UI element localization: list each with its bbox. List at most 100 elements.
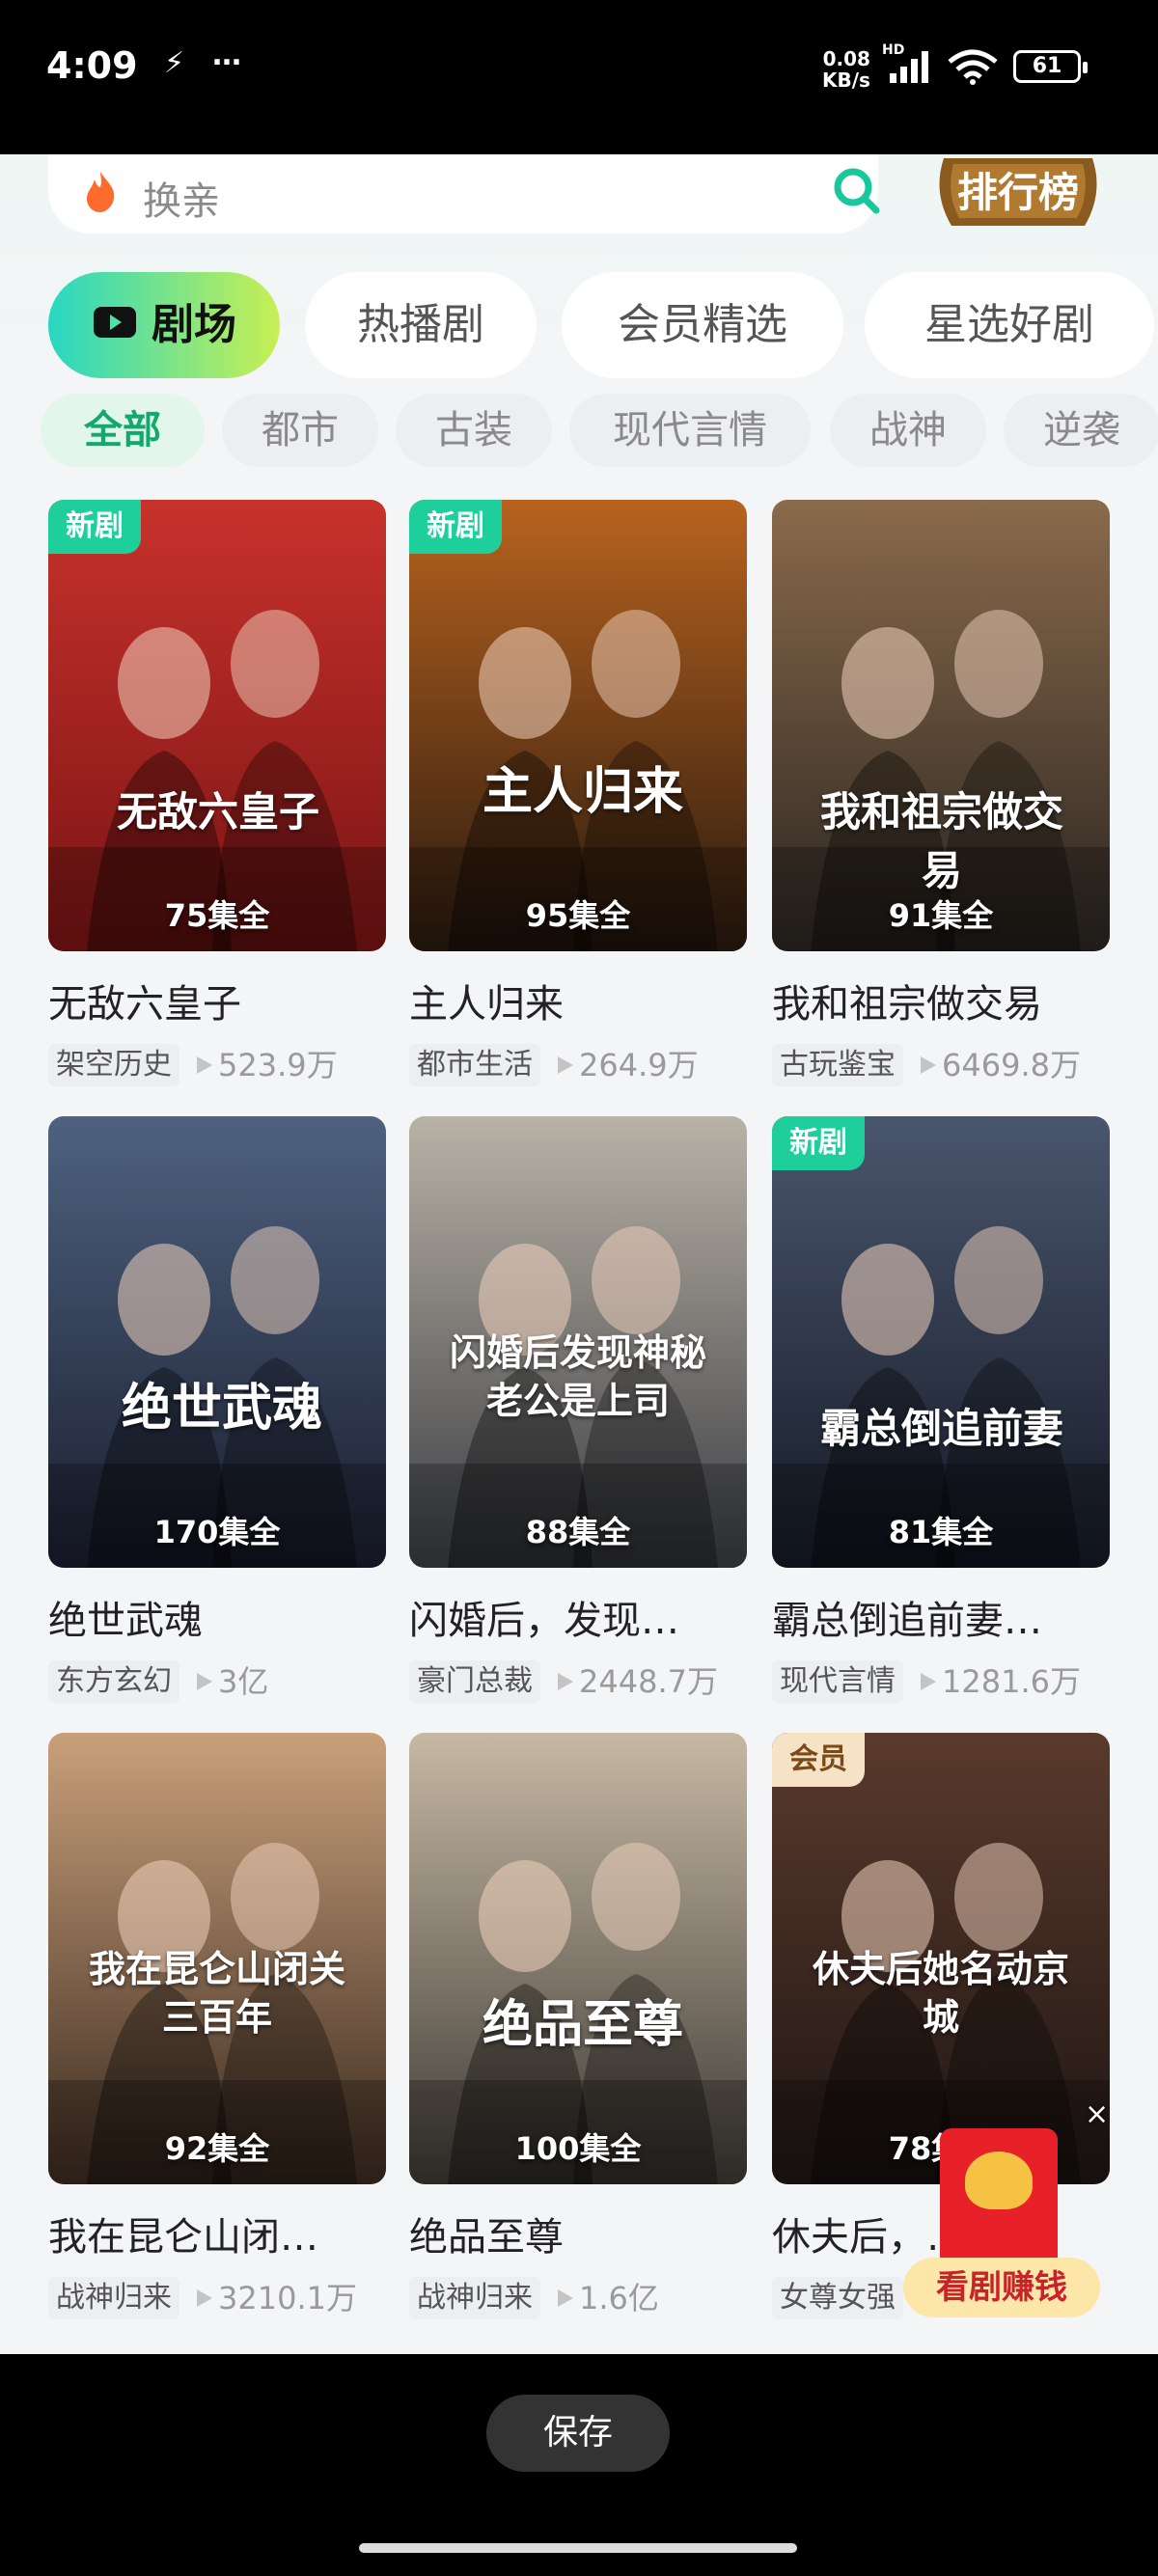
drama-card[interactable]: 我在昆仑山闭关三百年 92集全我在昆仑山闭… 战神归来 3210.1万 [48, 1733, 386, 2331]
chip-war-god[interactable]: 战神 [830, 394, 986, 467]
poster-title-art: 主人归来 [482, 762, 683, 821]
signal-icon [890, 51, 928, 83]
drama-title[interactable]: 霸总倒追前妻… [772, 1589, 1110, 1645]
earn-label[interactable]: 看剧赚钱 [903, 2258, 1100, 2317]
battery-level: 61 [1032, 54, 1062, 78]
chip-comeback[interactable]: 逆袭 [1004, 394, 1158, 467]
poster-title-art: 绝世武魂 [121, 1379, 322, 1438]
drama-poster[interactable]: 休夫后她名动京城会员78集全 [772, 1733, 1110, 2184]
save-button[interactable]: 保存 [486, 2395, 670, 2472]
chip-all-label: 全部 [84, 408, 161, 452]
network-speed-unit: KB/s [822, 69, 870, 92]
ranking-button[interactable]: 排行榜 [924, 154, 1112, 232]
tab-star-picks-label: 星选好剧 [924, 300, 1094, 349]
episode-count: 91集全 [888, 897, 994, 934]
app-content: 换亲 排行榜 剧场 热播剧 会员精选 星选好剧 全部 都市 古装 现代言情 战神… [0, 154, 1158, 2354]
genre-tag: 架空历史 [48, 1044, 179, 1086]
drama-poster[interactable]: 霸总倒追前妻 新剧 81集全 [772, 1116, 1110, 1568]
episode-count: 75集全 [164, 897, 270, 934]
tab-star-picks[interactable]: 星选好剧 [865, 272, 1154, 378]
chip-costume[interactable]: 古装 [396, 394, 552, 467]
play-count-icon [558, 2289, 573, 2307]
genre-tag: 战神归来 [409, 2277, 540, 2319]
play-count-icon [558, 1673, 573, 1690]
drama-title[interactable]: 闪婚后，发现… [409, 1589, 747, 1645]
view-count: 3亿 [218, 1663, 269, 1700]
tab-vip-picks[interactable]: 会员精选 [562, 272, 843, 378]
drama-poster[interactable]: 我和祖宗做交易 91集全 [772, 500, 1110, 951]
status-time: 4:09 [46, 44, 138, 87]
play-count-icon [921, 1673, 936, 1690]
genre-tag: 都市生活 [409, 1044, 540, 1086]
drama-card[interactable]: 无敌六皇子 新剧 75集全 无敌六皇子 架空历史 523.9万 [48, 500, 386, 1098]
network-speed-value: 0.08 [822, 47, 870, 70]
chip-war-god-label: 战神 [869, 408, 947, 452]
drama-title[interactable]: 绝世武魂 [48, 1589, 386, 1645]
network-speed: 0.08 KB/s [822, 48, 870, 91]
drama-poster[interactable]: 绝世武魂 170集全 [48, 1116, 386, 1568]
view-count: 1281.6万 [942, 1663, 1081, 1700]
chip-urban[interactable]: 都市 [222, 394, 378, 467]
earn-while-watching-promo[interactable]: × 看剧赚钱 [897, 2097, 1110, 2341]
poster-image [409, 500, 747, 951]
drama-poster[interactable]: 绝品至尊 100集全 [409, 1733, 747, 2184]
genre-tag: 女尊女强 [772, 2277, 903, 2319]
more-notifications-icon: … [212, 39, 241, 72]
chip-all[interactable]: 全部 [41, 394, 205, 467]
tab-vip-picks-label: 会员精选 [618, 300, 787, 349]
ranking-label: 排行榜 [956, 169, 1079, 216]
drama-poster[interactable]: 主人归来 新剧 95集全 [409, 500, 747, 951]
drama-meta: 豪门总裁 2448.7万 [409, 1660, 776, 1703]
drama-meta: 古玩鉴宝 6469.8万 [772, 1044, 1139, 1086]
tab-theater-label: 剧场 [152, 300, 236, 349]
main-tabs: 剧场 热播剧 会员精选 星选好剧 [48, 272, 1158, 378]
search-placeholder: 换亲 [143, 179, 220, 224]
charging-icon: ⚡ [164, 46, 185, 80]
episode-count: 88集全 [525, 1514, 631, 1550]
view-count: 1.6亿 [579, 2280, 659, 2316]
drama-card[interactable]: 闪婚后发现神秘老公是上司 88集全 闪婚后，发现… 豪门总裁 2448.7万 [409, 1116, 747, 1714]
drama-card[interactable]: 我和祖宗做交易 91集全 我和祖宗做交易 古玩鉴宝 6469.8万 [772, 500, 1110, 1098]
drama-poster[interactable]: 闪婚后发现神秘老公是上司 88集全 [409, 1116, 747, 1568]
poster-image [48, 500, 386, 951]
drama-card[interactable]: 霸总倒追前妻 新剧 81集全 霸总倒追前妻… 现代言情 1281.6万 [772, 1116, 1110, 1714]
search-icon[interactable] [832, 166, 882, 216]
drama-meta: 都市生活 264.9万 [409, 1044, 776, 1086]
battery-icon: 61 [1013, 50, 1088, 83]
drama-title[interactable]: 主人归来 [409, 973, 747, 1028]
episode-count: 170集全 [153, 1514, 281, 1550]
drama-poster[interactable]: 无敌六皇子 新剧 75集全 [48, 500, 386, 951]
drama-card[interactable]: 主人归来 新剧 95集全 主人归来 都市生活 264.9万 [409, 500, 747, 1098]
home-indicator[interactable] [359, 2543, 797, 2553]
genre-tag: 豪门总裁 [409, 1660, 540, 1703]
tab-theater[interactable]: 剧场 [48, 272, 280, 378]
poster-badge: 会员 [772, 1733, 865, 1787]
drama-title[interactable]: 绝品至尊 [409, 2206, 747, 2261]
drama-poster[interactable]: 我在昆仑山闭关三百年 92集全 [48, 1733, 386, 2184]
search-bar[interactable]: 换亲 [48, 154, 880, 233]
view-count: 3210.1万 [218, 2280, 357, 2316]
episode-count: 100集全 [514, 2130, 642, 2167]
poster-title-art: 无敌六皇子 [116, 788, 319, 836]
chip-urban-label: 都市 [262, 408, 339, 452]
drama-title[interactable]: 无敌六皇子 [48, 973, 386, 1028]
view-count: 523.9万 [218, 1047, 338, 1083]
drama-card[interactable]: 绝世武魂 170集全 绝世武魂 东方玄幻 3亿 [48, 1116, 386, 1714]
genre-tag: 古玩鉴宝 [772, 1044, 903, 1086]
episode-count: 95集全 [525, 897, 631, 934]
view-count: 264.9万 [579, 1047, 699, 1083]
tv-icon [94, 307, 136, 338]
chip-modern-romance[interactable]: 现代言情 [569, 394, 811, 467]
poster-title-art: 霸总倒追前妻 [819, 1405, 1063, 1452]
drama-card[interactable]: 绝品至尊 100集全绝品至尊战神归来 1.6亿 [409, 1733, 747, 2331]
drama-meta: 东方玄幻 3亿 [48, 1660, 415, 1703]
play-count-icon [558, 1056, 573, 1074]
drama-title[interactable]: 我在昆仑山闭… [48, 2206, 386, 2261]
poster-image [772, 1116, 1110, 1568]
genre-tag: 战神归来 [48, 2277, 179, 2319]
tab-hot-dramas[interactable]: 热播剧 [305, 272, 537, 378]
poster-title-art: 休夫后她名动京城 [812, 1947, 1069, 2039]
poster-title-art: 我在昆仑山闭关三百年 [88, 1947, 345, 2039]
close-icon[interactable]: × [1085, 2097, 1109, 2131]
drama-title[interactable]: 我和祖宗做交易 [772, 973, 1110, 1028]
